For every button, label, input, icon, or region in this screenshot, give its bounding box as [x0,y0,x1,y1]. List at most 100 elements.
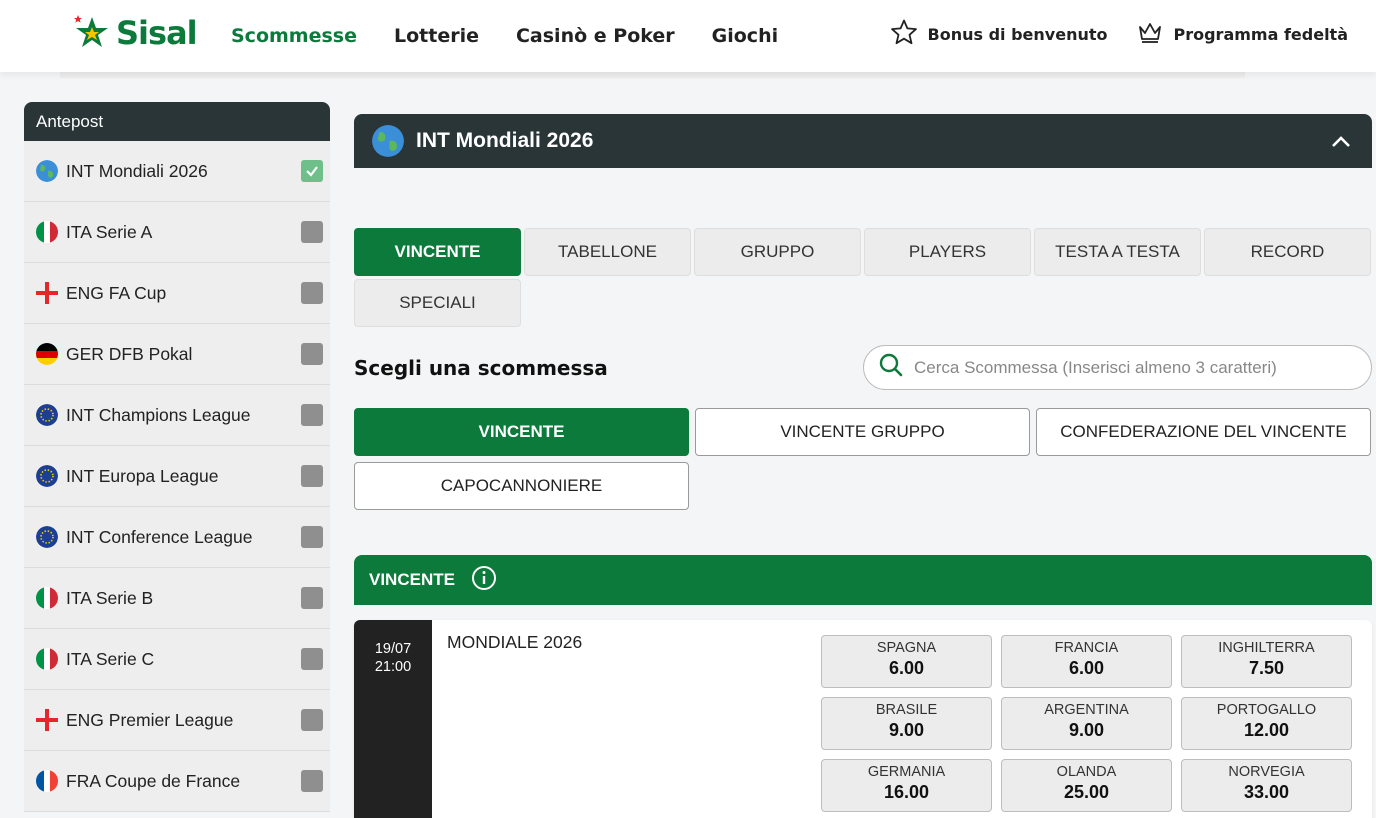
checkbox[interactable] [301,587,323,609]
search-icon [878,352,904,383]
italy-flag-icon [36,648,58,670]
sidebar-item-eng-premier-league[interactable]: ENG Premier League [24,690,330,751]
sidebar-item-ita-serie-b[interactable]: ITA Serie B [24,568,330,629]
odd-button[interactable]: BRASILE 9.00 [821,697,992,750]
odds-grid: SPAGNA 6.00 FRANCIA 6.00 INGHILTERRA 7.5… [821,635,1353,812]
sidebar-item-ita-serie-c[interactable]: ITA Serie C [24,629,330,690]
market-title: VINCENTE [369,570,455,589]
bonus-label: Bonus di benvenuto [927,24,1108,44]
odd-button[interactable]: ARGENTINA 9.00 [1001,697,1172,750]
odd-value: 9.00 [1068,720,1105,740]
sidebar-item-label: ITA Serie B [66,587,154,608]
tab-players[interactable]: PLAYERS [864,228,1031,276]
sidebar-item-int-champions-league[interactable]: INT Champions League [24,385,330,446]
checkbox[interactable] [301,770,323,792]
logo-text: Sisal [116,14,198,52]
event-header[interactable]: INT Mondiali 2026 [354,114,1372,168]
sidebar-item-ita-serie-a[interactable]: ITA Serie A [24,202,330,263]
sidebar-item-label: ITA Serie C [66,648,155,669]
bet-vincente-gruppo[interactable]: VINCENTE GRUPPO [695,408,1030,456]
odd-team: GERMANIA [867,764,946,780]
sidebar-item-label: INT Mondiali 2026 [66,160,208,181]
odd-team: OLANDA [1056,764,1117,780]
bet-capocannoniere[interactable]: CAPOCANNONIERE [354,462,689,510]
loyalty-link[interactable]: Programma fedeltà [1137,19,1348,49]
bet-confederazione-del-vincente[interactable]: CONFEDERAZIONE DEL VINCENTE [1036,408,1371,456]
nav-giochi[interactable]: Giochi [712,25,778,47]
checkbox[interactable] [301,282,323,304]
tab-vincente[interactable]: VINCENTE [354,228,521,276]
star-icon [890,18,918,50]
tab-gruppo[interactable]: GRUPPO [694,228,861,276]
odd-button[interactable]: GERMANIA 16.00 [821,759,992,812]
tab-tabellone[interactable]: TABELLONE [524,228,691,276]
sidebar-item-label: ENG FA Cup [66,282,167,303]
checkbox[interactable] [301,526,323,548]
england-flag-icon [36,282,58,304]
checkbox-checked[interactable] [301,160,323,182]
checkbox[interactable] [301,404,323,426]
checkbox[interactable] [301,343,323,365]
odd-button[interactable]: OLANDA 25.00 [1001,759,1172,812]
event-time: 21:00 [374,659,412,675]
tab-record[interactable]: RECORD [1204,228,1371,276]
chevron-up-icon[interactable] [1328,128,1354,154]
sidebar-item-label: INT Europa League [66,465,219,486]
market-category-tabs: VINCENTE TABELLONE GRUPPO PLAYERS TESTA … [354,228,1372,327]
odd-team: PORTOGALLO [1216,702,1317,718]
odd-value: 16.00 [883,782,930,802]
sidebar-item-ger-dfb-pokal[interactable]: GER DFB Pokal [24,324,330,385]
main-nav: Scommesse Lotterie Casinò e Poker Giochi [231,0,815,72]
bonus-link[interactable]: Bonus di benvenuto [890,18,1108,50]
event-row: 19/07 21:00 MONDIALE 2026 SPAGNA 6.00 FR… [354,620,1372,818]
odd-button[interactable]: INGHILTERRA 7.50 [1181,635,1352,688]
search-placeholder: Cerca Scommessa (Inserisci almeno 3 cara… [914,357,1277,377]
odd-team: NORVEGIA [1228,764,1305,780]
odd-button[interactable]: FRANCIA 6.00 [1001,635,1172,688]
event-name: MONDIALE 2026 [447,632,583,652]
odd-button[interactable]: SPAGNA 6.00 [821,635,992,688]
tab-speciali[interactable]: SPECIALI [354,279,521,327]
top-navigation-bar: Sisal Scommesse Lotterie Casinò e Poker … [0,0,1376,72]
odd-value: 25.00 [1063,782,1110,802]
nav-lotterie[interactable]: Lotterie [394,25,479,47]
nav-casino-poker[interactable]: Casinò e Poker [516,25,675,47]
eu-flag-icon [36,404,58,426]
odd-button[interactable]: NORVEGIA 33.00 [1181,759,1352,812]
loyalty-label: Programma fedeltà [1173,24,1348,44]
nav-scommesse[interactable]: Scommesse [231,25,357,47]
sidebar-item-int-mondiali-2026[interactable]: INT Mondiali 2026 [24,141,330,202]
odd-team: SPAGNA [876,640,937,656]
sidebar-item-label: ENG Premier League [66,709,234,730]
sub-navigation-shadow [60,72,1245,78]
antepost-sidebar: Antepost INT Mondiali 2026 ITA Serie A E… [24,102,330,812]
sidebar-item-int-conference-league[interactable]: INT Conference League [24,507,330,568]
crown-icon [1137,19,1163,49]
header-links: Bonus di benvenuto Programma fedeltà [890,18,1348,50]
main-content: INT Mondiali 2026 VINCENTE TABELLONE GRU… [354,114,1372,818]
sidebar-item-label: ITA Serie A [66,221,153,242]
sidebar-item-int-europa-league[interactable]: INT Europa League [24,446,330,507]
odd-value: 33.00 [1243,782,1290,802]
bet-type-buttons: VINCENTE VINCENTE GRUPPO CONFEDERAZIONE … [354,408,1372,510]
market-header: VINCENTE [354,555,1372,605]
sidebar-item-label: GER DFB Pokal [66,343,193,364]
tab-testa-a-testa[interactable]: TESTA A TESTA [1034,228,1201,276]
england-flag-icon [36,709,58,731]
eu-flag-icon [36,465,58,487]
bet-vincente[interactable]: VINCENTE [354,408,689,456]
odd-value: 6.00 [1068,658,1105,678]
sisal-logo[interactable]: Sisal [72,11,198,55]
checkbox[interactable] [301,648,323,670]
odd-button[interactable]: PORTOGALLO 12.00 [1181,697,1352,750]
checkbox[interactable] [301,465,323,487]
checkbox[interactable] [301,709,323,731]
checkbox[interactable] [301,221,323,243]
sidebar-item-fra-coupe-de-france[interactable]: FRA Coupe de France [24,751,330,812]
odd-value: 9.00 [888,720,925,740]
globe-icon [372,125,404,157]
sidebar-item-eng-fa-cup[interactable]: ENG FA Cup [24,263,330,324]
sidebar-item-label: FRA Coupe de France [66,770,241,791]
search-bet-input[interactable]: Cerca Scommessa (Inserisci almeno 3 cara… [863,345,1372,390]
info-icon[interactable] [471,565,497,596]
